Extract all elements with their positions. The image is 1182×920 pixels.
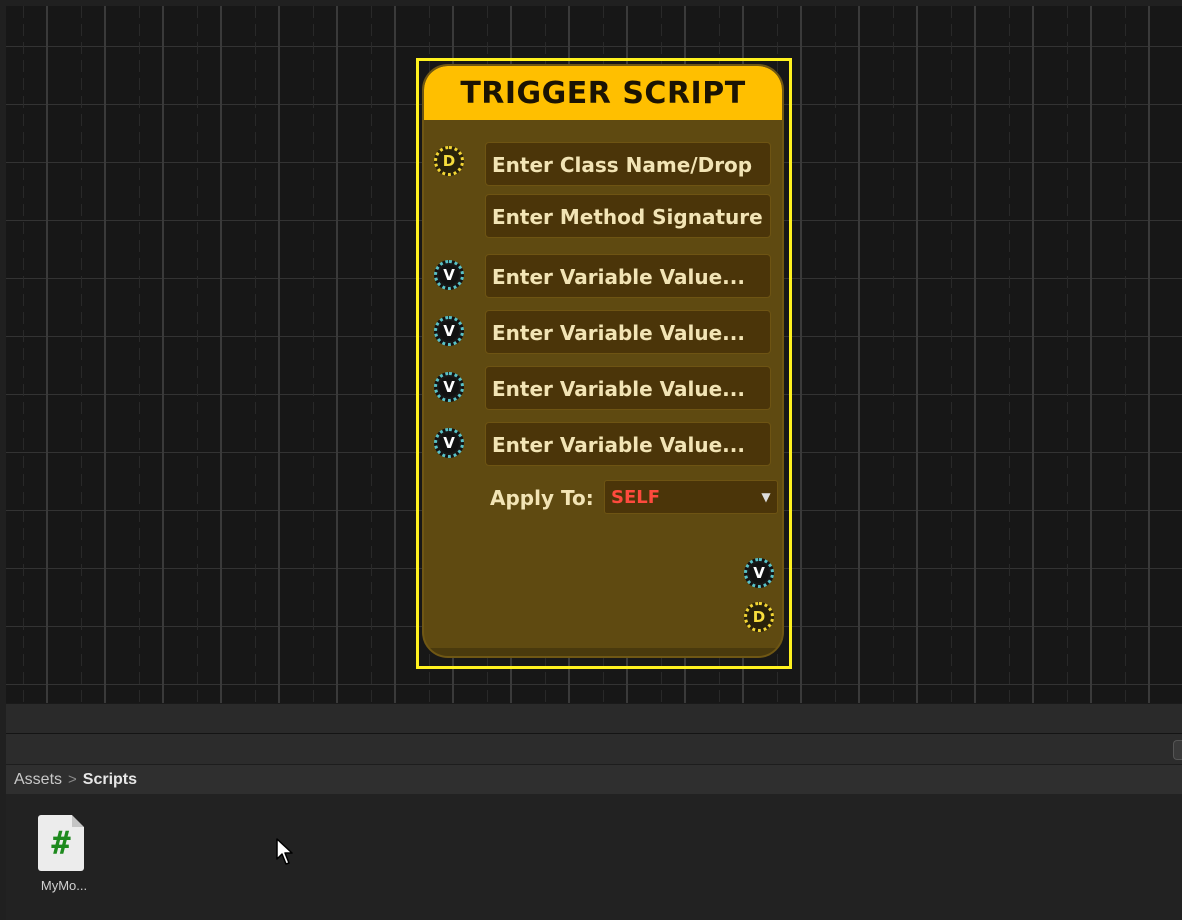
file-fold xyxy=(72,815,84,827)
asset-item[interactable]: # MyMo... xyxy=(32,812,92,898)
port-letter: D xyxy=(752,608,766,626)
apply-to-value: SELF xyxy=(611,486,661,508)
node-title[interactable]: TRIGGER SCRIPT xyxy=(424,66,782,120)
asset-grid: # MyMo... xyxy=(6,794,1182,920)
breadcrumb-scripts[interactable]: Scripts xyxy=(83,771,137,789)
breadcrumb-assets[interactable]: Assets xyxy=(14,771,62,789)
panel-handle-icon[interactable] xyxy=(1173,740,1182,760)
data-output-port-icon[interactable]: D xyxy=(744,602,774,632)
class-name-field[interactable]: Enter Class Name/Drop xyxy=(485,142,771,186)
hash-glyph: # xyxy=(51,824,71,862)
data-input-port-icon[interactable]: D xyxy=(434,146,464,176)
apply-to-label: Apply To: xyxy=(490,486,594,510)
port-letter: V xyxy=(443,322,455,340)
port-letter: D xyxy=(442,152,456,170)
mouse-cursor-icon xyxy=(276,838,293,865)
variable-output-port-icon[interactable]: V xyxy=(744,558,774,588)
panel-divider xyxy=(6,703,1182,734)
port-letter: V xyxy=(443,266,455,284)
variable-value-field-2[interactable]: Enter Variable Value... xyxy=(485,310,771,354)
variable-value-field-3[interactable]: Enter Variable Value... xyxy=(485,366,771,410)
project-window-header xyxy=(6,733,1182,765)
csharp-script-icon: # xyxy=(38,815,84,871)
breadcrumb-separator-icon: > xyxy=(68,771,77,788)
port-letter: V xyxy=(753,564,765,582)
asset-name: MyMo... xyxy=(40,878,88,893)
variable-input-port-icon[interactable]: V xyxy=(434,260,464,290)
method-signature-field[interactable]: Enter Method Signature xyxy=(485,194,771,238)
variable-value-field-1[interactable]: Enter Variable Value... xyxy=(485,254,771,298)
apply-to-dropdown[interactable]: SELF ▼ xyxy=(604,480,778,514)
dropdown-arrow-icon: ▼ xyxy=(761,490,771,504)
breadcrumb: Assets > Scripts xyxy=(6,764,1182,794)
port-letter: V xyxy=(443,378,455,396)
editor-window: TRIGGER SCRIPT D Enter Class Name/Drop E… xyxy=(0,0,1182,920)
variable-input-port-icon[interactable]: V xyxy=(434,372,464,402)
variable-input-port-icon[interactable]: V xyxy=(434,316,464,346)
variable-input-port-icon[interactable]: V xyxy=(434,428,464,458)
trigger-script-node[interactable]: TRIGGER SCRIPT D Enter Class Name/Drop E… xyxy=(422,64,784,658)
node-footer xyxy=(424,648,782,656)
variable-value-field-4[interactable]: Enter Variable Value... xyxy=(485,422,771,466)
port-letter: V xyxy=(443,434,455,452)
